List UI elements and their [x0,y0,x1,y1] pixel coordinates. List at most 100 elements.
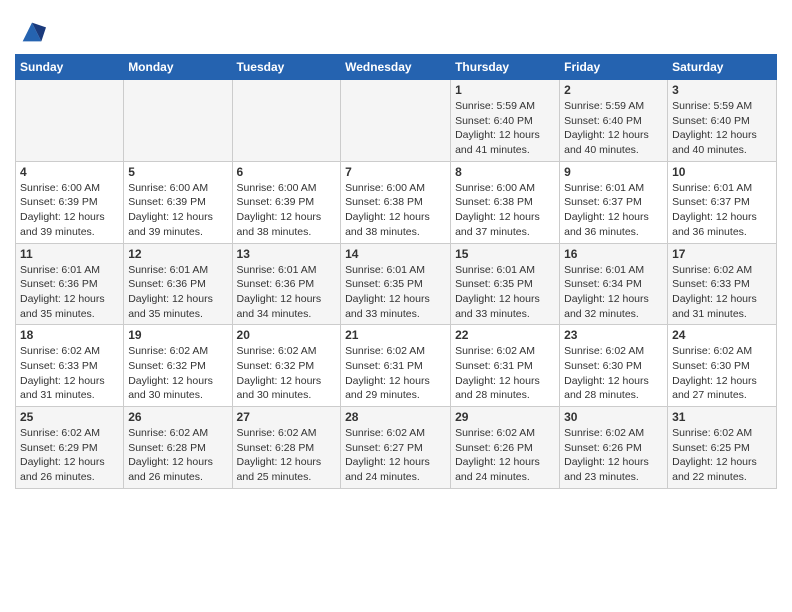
calendar-cell: 21 Sunrise: 6:02 AM Sunset: 6:31 PM Dayli… [341,325,451,407]
weekday-header-tuesday: Tuesday [232,55,341,80]
day-info: Sunrise: 6:02 AM Sunset: 6:28 PM Dayligh… [237,426,337,485]
calendar-cell [16,80,124,162]
day-info: Sunrise: 6:02 AM Sunset: 6:32 PM Dayligh… [237,344,337,403]
day-number: 29 [455,410,555,424]
calendar-cell: 11 Sunrise: 6:01 AM Sunset: 6:36 PM Dayli… [16,243,124,325]
day-number: 22 [455,328,555,342]
weekday-header-wednesday: Wednesday [341,55,451,80]
day-info: Sunrise: 6:02 AM Sunset: 6:33 PM Dayligh… [672,263,772,322]
day-info: Sunrise: 6:02 AM Sunset: 6:32 PM Dayligh… [128,344,227,403]
day-info: Sunrise: 6:01 AM Sunset: 6:35 PM Dayligh… [455,263,555,322]
day-info: Sunrise: 6:02 AM Sunset: 6:33 PM Dayligh… [20,344,119,403]
day-number: 15 [455,247,555,261]
calendar-cell: 23 Sunrise: 6:02 AM Sunset: 6:30 PM Dayli… [560,325,668,407]
day-info: Sunrise: 6:02 AM Sunset: 6:28 PM Dayligh… [128,426,227,485]
calendar-cell: 27 Sunrise: 6:02 AM Sunset: 6:28 PM Dayli… [232,407,341,489]
day-info: Sunrise: 6:02 AM Sunset: 6:26 PM Dayligh… [455,426,555,485]
day-info: Sunrise: 6:00 AM Sunset: 6:39 PM Dayligh… [20,181,119,240]
day-number: 25 [20,410,119,424]
day-info: Sunrise: 6:02 AM Sunset: 6:30 PM Dayligh… [564,344,663,403]
calendar-cell [341,80,451,162]
day-number: 7 [345,165,446,179]
calendar-cell: 20Sunrise: 6:02 AM Sunset: 6:32 PM Dayli… [232,325,341,407]
day-number: 9 [564,165,663,179]
day-number: 12 [128,247,227,261]
calendar-cell: 15 Sunrise: 6:01 AM Sunset: 6:35 PM Dayli… [451,243,560,325]
calendar-cell: 18 Sunrise: 6:02 AM Sunset: 6:33 PM Dayli… [16,325,124,407]
calendar-cell: 26 Sunrise: 6:02 AM Sunset: 6:28 PM Dayli… [124,407,232,489]
calendar-cell: 9 Sunrise: 6:01 AM Sunset: 6:37 PM Daylig… [560,161,668,243]
day-info: Sunrise: 5:59 AM Sunset: 6:40 PM Dayligh… [455,99,555,158]
calendar-cell: 1Sunrise: 5:59 AM Sunset: 6:40 PM Daylig… [451,80,560,162]
calendar-cell: 5Sunrise: 6:00 AM Sunset: 6:39 PM Daylig… [124,161,232,243]
day-number: 19 [128,328,227,342]
calendar-cell: 29 Sunrise: 6:02 AM Sunset: 6:26 PM Dayli… [451,407,560,489]
day-number: 23 [564,328,663,342]
day-number: 13 [237,247,337,261]
calendar-week-row: 1Sunrise: 5:59 AM Sunset: 6:40 PM Daylig… [16,80,777,162]
day-info: Sunrise: 6:01 AM Sunset: 6:35 PM Dayligh… [345,263,446,322]
day-info: Sunrise: 6:01 AM Sunset: 6:36 PM Dayligh… [237,263,337,322]
day-number: 24 [672,328,772,342]
day-number: 2 [564,83,663,97]
day-info: Sunrise: 6:01 AM Sunset: 6:37 PM Dayligh… [672,181,772,240]
calendar-cell: 30Sunrise: 6:02 AM Sunset: 6:26 PM Dayli… [560,407,668,489]
day-number: 14 [345,247,446,261]
day-number: 16 [564,247,663,261]
calendar-cell: 7 Sunrise: 6:00 AM Sunset: 6:38 PM Daylig… [341,161,451,243]
day-number: 18 [20,328,119,342]
day-info: Sunrise: 6:02 AM Sunset: 6:29 PM Dayligh… [20,426,119,485]
calendar-cell: 24 Sunrise: 6:02 AM Sunset: 6:30 PM Dayli… [668,325,777,407]
calendar-cell: 17 Sunrise: 6:02 AM Sunset: 6:33 PM Dayli… [668,243,777,325]
day-number: 21 [345,328,446,342]
calendar-cell: 12 Sunrise: 6:01 AM Sunset: 6:36 PM Dayli… [124,243,232,325]
calendar-week-row: 11 Sunrise: 6:01 AM Sunset: 6:36 PM Dayli… [16,243,777,325]
calendar-cell: 28Sunrise: 6:02 AM Sunset: 6:27 PM Dayli… [341,407,451,489]
day-number: 8 [455,165,555,179]
calendar-body: 1Sunrise: 5:59 AM Sunset: 6:40 PM Daylig… [16,80,777,489]
calendar-header: SundayMondayTuesdayWednesdayThursdayFrid… [16,55,777,80]
weekday-header-sunday: Sunday [16,55,124,80]
day-info: Sunrise: 5:59 AM Sunset: 6:40 PM Dayligh… [672,99,772,158]
day-info: Sunrise: 6:02 AM Sunset: 6:30 PM Dayligh… [672,344,772,403]
weekday-header-friday: Friday [560,55,668,80]
day-info: Sunrise: 6:01 AM Sunset: 6:37 PM Dayligh… [564,181,663,240]
day-info: Sunrise: 6:01 AM Sunset: 6:36 PM Dayligh… [128,263,227,322]
day-info: Sunrise: 6:01 AM Sunset: 6:34 PM Dayligh… [564,263,663,322]
calendar-cell: 13 Sunrise: 6:01 AM Sunset: 6:36 PM Dayli… [232,243,341,325]
calendar-cell: 31 Sunrise: 6:02 AM Sunset: 6:25 PM Dayli… [668,407,777,489]
logo-icon [18,18,46,46]
day-number: 11 [20,247,119,261]
day-info: Sunrise: 6:01 AM Sunset: 6:36 PM Dayligh… [20,263,119,322]
day-number: 17 [672,247,772,261]
weekday-header-monday: Monday [124,55,232,80]
day-number: 31 [672,410,772,424]
day-number: 26 [128,410,227,424]
calendar-cell: 22 Sunrise: 6:02 AM Sunset: 6:31 PM Dayli… [451,325,560,407]
weekday-header-thursday: Thursday [451,55,560,80]
day-info: Sunrise: 6:02 AM Sunset: 6:31 PM Dayligh… [345,344,446,403]
calendar-cell: 4 Sunrise: 6:00 AM Sunset: 6:39 PM Daylig… [16,161,124,243]
day-number: 27 [237,410,337,424]
weekday-header-row: SundayMondayTuesdayWednesdayThursdayFrid… [16,55,777,80]
calendar-table: SundayMondayTuesdayWednesdayThursdayFrid… [15,54,777,489]
calendar-cell [124,80,232,162]
calendar-cell: 19 Sunrise: 6:02 AM Sunset: 6:32 PM Dayli… [124,325,232,407]
calendar-cell: 16 Sunrise: 6:01 AM Sunset: 6:34 PM Dayli… [560,243,668,325]
day-number: 4 [20,165,119,179]
logo [15,18,46,46]
day-info: Sunrise: 6:02 AM Sunset: 6:27 PM Dayligh… [345,426,446,485]
day-info: Sunrise: 6:00 AM Sunset: 6:39 PM Dayligh… [128,181,227,240]
weekday-header-saturday: Saturday [668,55,777,80]
calendar-cell: 10Sunrise: 6:01 AM Sunset: 6:37 PM Dayli… [668,161,777,243]
calendar-week-row: 25 Sunrise: 6:02 AM Sunset: 6:29 PM Dayli… [16,407,777,489]
day-info: Sunrise: 5:59 AM Sunset: 6:40 PM Dayligh… [564,99,663,158]
calendar-cell [232,80,341,162]
day-info: Sunrise: 6:02 AM Sunset: 6:31 PM Dayligh… [455,344,555,403]
day-info: Sunrise: 6:02 AM Sunset: 6:25 PM Dayligh… [672,426,772,485]
day-info: Sunrise: 6:00 AM Sunset: 6:38 PM Dayligh… [455,181,555,240]
day-info: Sunrise: 6:00 AM Sunset: 6:39 PM Dayligh… [237,181,337,240]
calendar-cell: 2 Sunrise: 5:59 AM Sunset: 6:40 PM Daylig… [560,80,668,162]
day-number: 6 [237,165,337,179]
day-info: Sunrise: 6:00 AM Sunset: 6:38 PM Dayligh… [345,181,446,240]
